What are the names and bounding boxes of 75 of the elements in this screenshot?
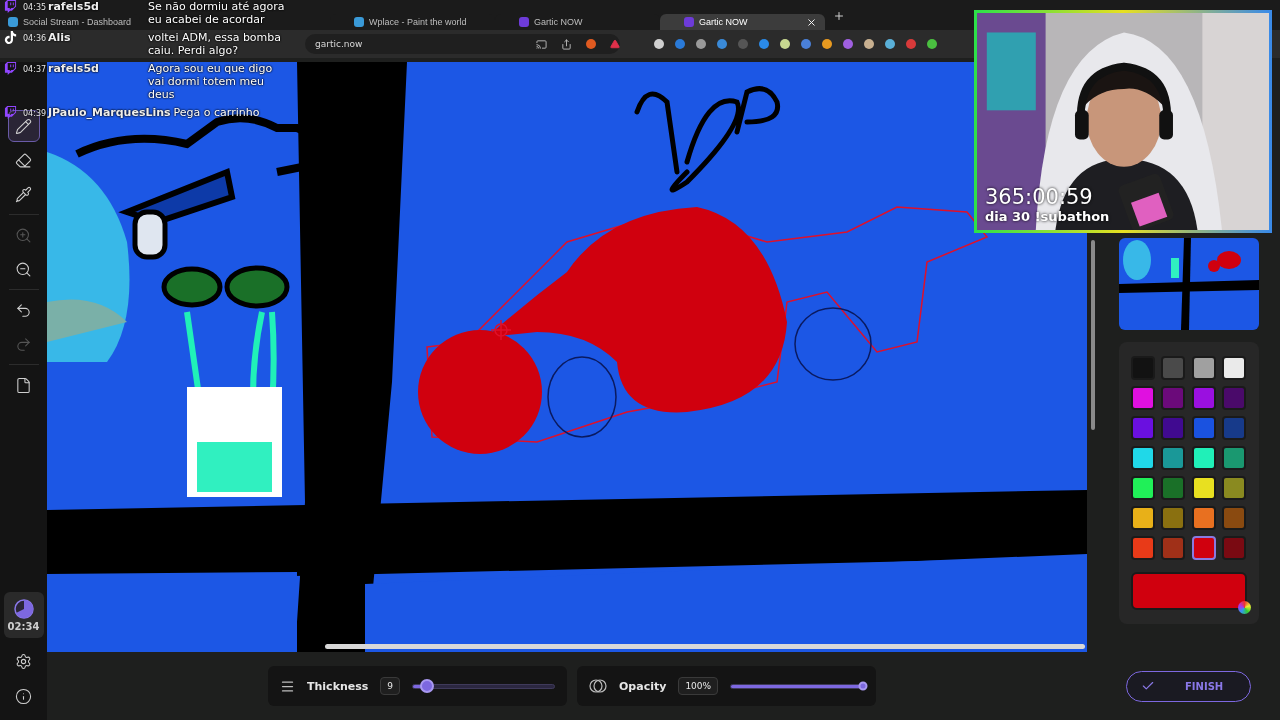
color-swatch[interactable] bbox=[1130, 446, 1155, 470]
plus-icon bbox=[833, 10, 845, 22]
opacity-icon bbox=[589, 679, 607, 693]
scrollbar[interactable] bbox=[325, 644, 1085, 649]
color-swatch[interactable] bbox=[1161, 356, 1186, 380]
color-swatch[interactable] bbox=[1191, 416, 1216, 440]
extension-icon[interactable] bbox=[717, 39, 727, 49]
color-wheel-icon[interactable] bbox=[1237, 601, 1251, 614]
extension-icon[interactable] bbox=[864, 39, 874, 49]
extension-icon[interactable] bbox=[759, 39, 769, 49]
color-swatch[interactable] bbox=[1161, 446, 1186, 470]
color-swatch[interactable] bbox=[1191, 506, 1216, 530]
chat-username: JPaulo_MarquesLins bbox=[48, 106, 171, 119]
extension-icon[interactable] bbox=[696, 39, 706, 49]
menu-icon bbox=[280, 678, 295, 694]
color-swatch[interactable] bbox=[1222, 386, 1247, 410]
color-swatch[interactable] bbox=[1222, 446, 1247, 470]
color-swatch[interactable] bbox=[1130, 506, 1155, 530]
color-swatch[interactable] bbox=[1130, 476, 1155, 500]
chat-message: Se não dormiu até agora eu acabei de acordar bbox=[148, 0, 286, 26]
color-swatch[interactable] bbox=[1130, 536, 1155, 560]
round-timer: 02:34 bbox=[3, 592, 44, 638]
info-icon bbox=[15, 688, 32, 705]
thickness-value[interactable]: 9 bbox=[380, 677, 401, 695]
extension-icon[interactable] bbox=[654, 39, 664, 49]
check-icon bbox=[1141, 679, 1155, 693]
chat-time: 04:37 bbox=[23, 64, 45, 74]
color-swatch[interactable] bbox=[1222, 536, 1247, 560]
extension-icon[interactable] bbox=[885, 39, 895, 49]
slider-thumb[interactable] bbox=[858, 681, 868, 691]
site-icon bbox=[354, 17, 364, 27]
browser-tab[interactable]: Gartic NOW bbox=[660, 14, 825, 30]
extension-icon[interactable] bbox=[780, 39, 790, 49]
color-swatch[interactable] bbox=[1222, 476, 1247, 500]
site-icon bbox=[519, 17, 529, 27]
color-swatch[interactable] bbox=[1222, 416, 1247, 440]
triangle-icon[interactable] bbox=[610, 39, 620, 49]
site-icon bbox=[8, 17, 18, 27]
color-swatch[interactable] bbox=[1191, 476, 1216, 500]
chat-username: Alis bbox=[48, 31, 72, 44]
color-swatch[interactable] bbox=[1130, 416, 1155, 440]
scrollbar[interactable] bbox=[1091, 240, 1095, 430]
color-swatch[interactable] bbox=[1191, 536, 1216, 560]
thickness-label: Thickness bbox=[307, 679, 369, 693]
address-bar[interactable]: gartic.now bbox=[305, 34, 620, 54]
color-swatch[interactable] bbox=[1191, 446, 1216, 470]
opacity-value[interactable]: 100% bbox=[678, 677, 719, 695]
color-swatch[interactable] bbox=[1161, 386, 1186, 410]
chat-time: 04:36 bbox=[23, 33, 45, 43]
chat-time: 04:35 bbox=[23, 2, 45, 12]
finish-button[interactable]: FINISH bbox=[1126, 670, 1251, 702]
color-swatch[interactable] bbox=[1130, 386, 1155, 410]
settings-icon bbox=[15, 653, 32, 670]
color-swatch[interactable] bbox=[1222, 356, 1247, 380]
chat-username: rafels5d bbox=[48, 0, 100, 13]
chat-username: rafels5d bbox=[48, 62, 100, 75]
slider-thumb[interactable] bbox=[420, 679, 435, 693]
cast-icon[interactable] bbox=[536, 38, 547, 50]
color-swatch[interactable] bbox=[1161, 536, 1186, 560]
color-swatch[interactable] bbox=[1191, 356, 1216, 380]
color-swatch[interactable] bbox=[1161, 416, 1186, 440]
color-swatch[interactable] bbox=[1191, 386, 1216, 410]
extension-icon[interactable] bbox=[822, 39, 832, 49]
close-icon[interactable] bbox=[806, 16, 817, 28]
chat-message: Agora sou eu que digo vai dormi totem meu deus bbox=[148, 62, 274, 101]
opacity-label: Opacity bbox=[619, 679, 667, 693]
site-icon bbox=[684, 17, 694, 27]
extension-icon[interactable] bbox=[927, 39, 937, 49]
timer-icon bbox=[13, 598, 34, 619]
color-swatch[interactable] bbox=[1161, 506, 1186, 530]
color-swatch[interactable] bbox=[1161, 476, 1186, 500]
share-icon[interactable] bbox=[561, 38, 572, 50]
chat-message: voltei ADM, essa bomba caiu. Perdi algo? bbox=[148, 31, 283, 57]
color-swatch[interactable] bbox=[1222, 506, 1247, 530]
chat-time: 04:39 bbox=[23, 108, 45, 118]
